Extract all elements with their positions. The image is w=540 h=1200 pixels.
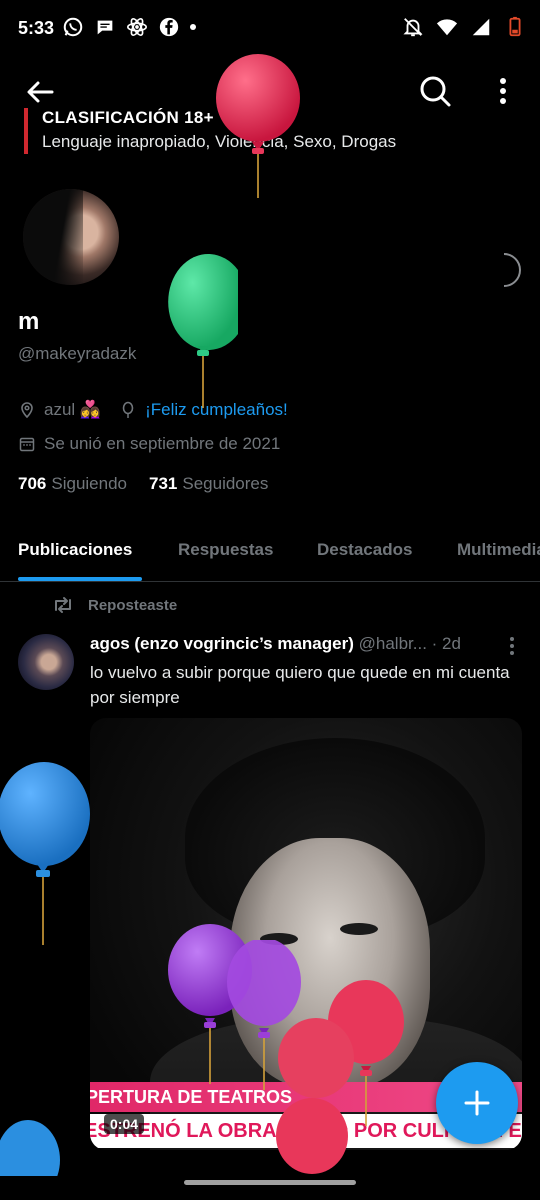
- repost-icon: [55, 597, 71, 613]
- joined-row: Se unió en septiembre de 2021: [18, 434, 280, 454]
- post-author-avatar[interactable]: [18, 634, 74, 690]
- signal-icon: [472, 18, 490, 36]
- post-header: agos (enzo vogrincic’s manager) @halbr..…: [90, 634, 461, 654]
- post-author-handle: @halbr...: [358, 634, 427, 653]
- rating-bar: [24, 108, 28, 154]
- clock: 5:33: [18, 18, 55, 38]
- dot-icon: [190, 24, 196, 30]
- compose-fab[interactable]: [436, 1062, 518, 1144]
- notification-icons: [62, 16, 196, 38]
- system-icons: [402, 16, 526, 38]
- balloon-blue-2-icon: [0, 1120, 60, 1176]
- profile-location: azul 👩‍❤️‍👩: [44, 400, 102, 419]
- more-vertical-icon[interactable]: [488, 72, 518, 110]
- whatsapp-icon: [63, 17, 83, 37]
- profile-avatar[interactable]: [20, 186, 122, 288]
- post-more-icon[interactable]: [502, 636, 522, 656]
- balloon-icon: [122, 401, 134, 418]
- react-icon: [127, 18, 147, 36]
- balloon-blue-icon: [0, 762, 90, 945]
- repost-indicator: Reposteaste: [52, 596, 177, 614]
- wifi-icon: [436, 19, 458, 36]
- follow-stats: 706 Siguiendo 731 Seguidores: [18, 474, 268, 494]
- muted-bell-icon: [403, 18, 423, 37]
- arrow-left-icon[interactable]: [22, 74, 58, 110]
- post-text: lo vuelvo a subir porque quiero que qued…: [90, 663, 510, 707]
- calendar-icon: [19, 437, 35, 452]
- followers-link[interactable]: 731 Seguidores: [149, 474, 268, 494]
- profile-meta-row: azul 👩‍❤️‍👩 ¡Feliz cumpleaños!: [18, 400, 288, 420]
- tab-destacados[interactable]: Destacados: [317, 540, 412, 560]
- location-icon: [21, 402, 33, 419]
- joined-date: Se unió en septiembre de 2021: [44, 434, 281, 453]
- profile-tabs: Publicaciones Respuestas Destacados Mult…: [0, 520, 540, 582]
- video-duration: 0:04: [104, 1114, 145, 1134]
- rating-title: CLASIFICACIÓN 18+: [42, 108, 214, 127]
- balloon-green-icon: [168, 254, 238, 408]
- chat-bubble-icon: [97, 20, 113, 35]
- balloon-red-icon: [216, 54, 300, 198]
- search-icon[interactable]: [416, 72, 454, 110]
- following-link[interactable]: 706 Siguiendo: [18, 474, 127, 494]
- partial-button-icon: [503, 253, 521, 287]
- active-tab-indicator: [18, 577, 142, 581]
- repost-label: Reposteaste: [88, 596, 178, 614]
- home-indicator[interactable]: [184, 1180, 356, 1185]
- balloon-red-4-icon: [276, 1098, 348, 1174]
- battery-low-icon: [509, 16, 521, 37]
- tab-publicaciones[interactable]: Publicaciones: [18, 540, 132, 560]
- facebook-icon: [159, 17, 179, 37]
- plus-icon: [464, 1090, 490, 1116]
- post-author-name[interactable]: agos (enzo vogrincic’s manager): [90, 634, 354, 653]
- tab-respuestas[interactable]: Respuestas: [178, 540, 273, 560]
- profile-handle: @makeyradazk: [18, 344, 137, 363]
- profile-name: m: [18, 308, 40, 335]
- tab-multimedia[interactable]: Multimedia: [457, 540, 540, 560]
- post-timestamp: · 2d: [431, 634, 461, 653]
